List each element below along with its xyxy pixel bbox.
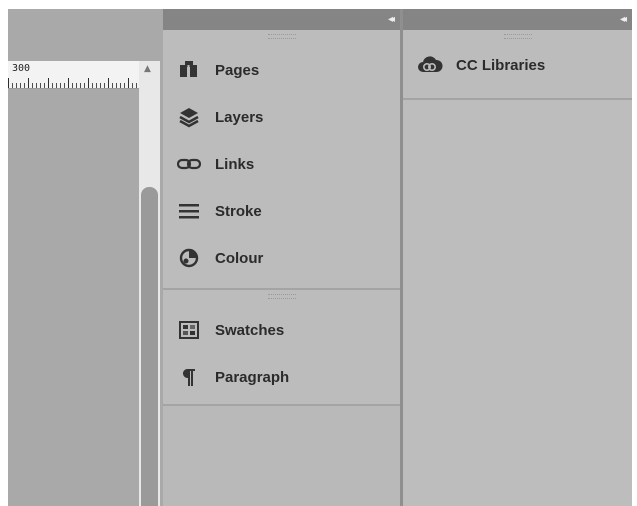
scroll-up-icon[interactable]: ▲ — [144, 64, 151, 74]
cc-libraries-icon — [417, 52, 443, 78]
collapse-panels-icon[interactable]: ◂◂ — [388, 14, 395, 25]
panel-label: CC Libraries — [456, 56, 546, 74]
panel-item-layers[interactable]: Layers — [163, 97, 400, 137]
panel-dock-column-1: ◂◂ Pages Layers Links Stroke Colour Swat… — [163, 9, 400, 506]
paragraph-icon — [177, 365, 201, 389]
layers-icon — [177, 105, 201, 129]
panel-label: Stroke — [215, 202, 262, 220]
collapse-panels-icon[interactable]: ◂◂ — [620, 14, 627, 25]
panel-group-1: Pages Layers Links Stroke Colour — [163, 30, 400, 290]
panel-label: Links — [215, 155, 255, 173]
panel-label: Pages — [215, 61, 260, 79]
dock-header-2: ◂◂ — [403, 9, 632, 30]
panel-dock-column-2: ◂◂ CC Libraries — [403, 9, 632, 506]
panel-group-grip[interactable] — [503, 34, 532, 39]
panel-label: Colour — [215, 249, 264, 267]
panel-item-paragraph[interactable]: Paragraph — [163, 357, 400, 397]
panel-group-grip[interactable] — [267, 294, 296, 299]
links-icon — [177, 152, 201, 176]
horizontal-ruler[interactable]: 300 — [8, 61, 139, 89]
panel-item-stroke[interactable]: Stroke — [163, 191, 400, 231]
panel-item-swatches[interactable]: Swatches — [163, 310, 400, 350]
vertical-scrollbar[interactable]: ▲ — [139, 61, 160, 506]
swatches-icon — [177, 318, 201, 342]
panel-label: Paragraph — [215, 368, 290, 386]
panel-group-grip[interactable] — [267, 34, 296, 39]
scrollbar-thumb[interactable] — [141, 187, 158, 506]
panel-item-cc-libraries[interactable]: CC Libraries — [403, 50, 632, 80]
dock-header-1: ◂◂ — [163, 9, 400, 30]
panel-group-libraries: CC Libraries — [403, 30, 632, 100]
ruler-value: 300 — [12, 63, 31, 74]
colour-icon — [177, 246, 201, 270]
panel-label: Swatches — [215, 321, 285, 339]
stroke-icon — [177, 199, 201, 223]
ruler-major-ticks — [8, 78, 139, 88]
panel-item-pages[interactable]: Pages — [163, 50, 400, 90]
panel-item-colour[interactable]: Colour — [163, 238, 400, 278]
panel-item-links[interactable]: Links — [163, 144, 400, 184]
pages-icon — [177, 58, 201, 82]
panel-label: Layers — [215, 108, 264, 126]
panel-group-2: Swatches Paragraph — [163, 290, 400, 406]
document-area: 300 ▲ — [8, 9, 163, 506]
indesign-workspace: 300 ▲ ◂◂ Pages Layers Links Stroke Colou… — [8, 9, 632, 506]
